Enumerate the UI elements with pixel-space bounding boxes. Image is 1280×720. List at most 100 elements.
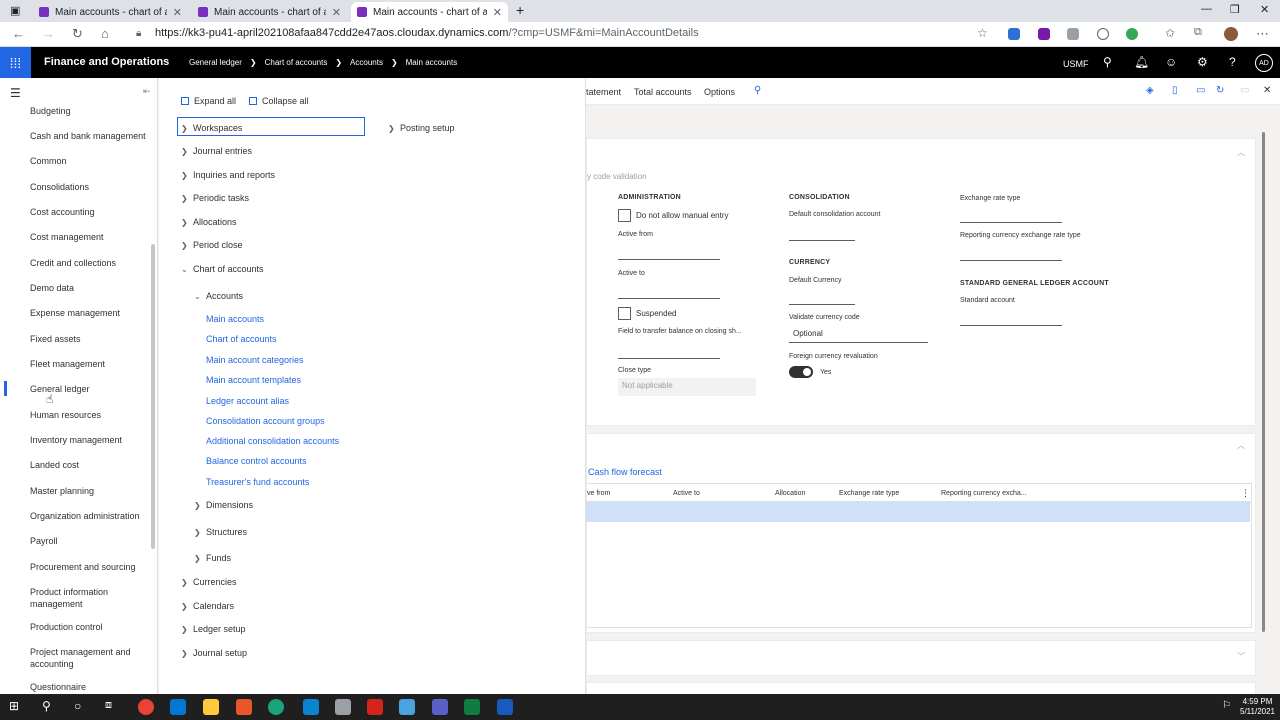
close-icon[interactable]: ✕ [1263, 85, 1271, 96]
module-fleet-management[interactable]: Fleet management [30, 358, 148, 370]
acrobat-icon[interactable] [367, 699, 383, 715]
breadcrumb-main-accounts[interactable]: Main accounts [406, 58, 458, 67]
feedback-smiley-icon[interactable]: ☺ [1165, 55, 1177, 69]
module-cost-management[interactable]: Cost management [30, 231, 148, 243]
app-launcher-icon[interactable]: ⁞⁞⁞ [0, 47, 31, 78]
edge-icon[interactable] [268, 699, 284, 715]
breadcrumb-accounts[interactable]: Accounts [350, 58, 383, 67]
module-payroll[interactable]: Payroll [30, 535, 148, 547]
collapse-all-button[interactable]: Collapse all [249, 96, 309, 106]
menu-workspaces[interactable]: ❯ Workspaces [181, 123, 242, 133]
menu-calendars[interactable]: ❯ Calendars [181, 601, 234, 611]
menu-inquiries-and-reports[interactable]: ❯ Inquiries and reports [181, 170, 275, 180]
system-clock[interactable]: 4:59 PM 5/11/2021 [1240, 697, 1275, 717]
forward-icon[interactable]: → [42, 26, 55, 41]
transfer-balance-input[interactable] [618, 358, 720, 359]
browser-tab-3[interactable]: Main accounts - chart of accounts ✕ [351, 2, 508, 22]
onenote-icon[interactable] [1038, 28, 1050, 40]
office-icon[interactable]: ▯ [1172, 85, 1178, 96]
collections-icon[interactable]: ⧉ [1194, 26, 1202, 39]
menu-journal-setup[interactable]: ❯ Journal setup [181, 648, 247, 658]
module-master-planning[interactable]: Master planning [30, 485, 148, 497]
app-s-icon[interactable] [236, 699, 252, 715]
word-icon[interactable] [497, 699, 513, 715]
suspended-checkbox[interactable] [618, 307, 631, 320]
grid-selected-row[interactable] [586, 501, 1250, 522]
restore-icon[interactable]: ❐ [1230, 3, 1240, 16]
link-treasurers-fund-accounts[interactable]: Treasurer's fund accounts [206, 477, 309, 487]
search-icon[interactable]: ⚲ [754, 85, 761, 96]
exchange-rate-type-input[interactable] [960, 222, 1062, 223]
default-consolidation-account-input[interactable] [789, 240, 855, 241]
module-demo-data[interactable]: Demo data [30, 282, 148, 294]
module-consolidations[interactable]: Consolidations [30, 181, 148, 193]
breadcrumb-general-ledger[interactable]: General ledger [189, 58, 242, 67]
link-consolidation-account-groups[interactable]: Consolidation account groups [206, 416, 325, 426]
browser-tab-2[interactable]: Main accounts - chart of accounts ✕ [192, 2, 347, 22]
navigation-scrollbar[interactable] [151, 244, 155, 549]
app-gray-icon[interactable] [335, 699, 351, 715]
search-icon[interactable]: ⚲ [1103, 55, 1112, 69]
module-procurement-and-sourcing[interactable]: Procurement and sourcing [30, 561, 148, 573]
module-organization-administration[interactable]: Organization administration [30, 510, 148, 522]
module-inventory-management[interactable]: Inventory management [30, 434, 148, 446]
refresh-icon[interactable]: ↻ [1216, 85, 1224, 96]
menu-posting-setup[interactable]: ❯ Posting setup [388, 123, 455, 133]
more-icon[interactable]: ⋯ [1256, 26, 1269, 42]
foreign-currency-revaluation-toggle[interactable] [789, 366, 813, 378]
lock-icon[interactable]: 🔒︎ [136, 28, 141, 39]
chrome-icon[interactable] [138, 699, 154, 715]
menu-ledger-setup[interactable]: ❯ Ledger setup [181, 624, 246, 634]
module-project-management[interactable]: Project management and accounting [30, 646, 140, 670]
new-tab-button[interactable]: + [516, 2, 524, 18]
validate-currency-code-select[interactable]: Optional [793, 329, 823, 338]
module-cost-accounting[interactable]: Cost accounting [30, 206, 148, 218]
breadcrumb-chart-of-accounts[interactable]: Chart of accounts [265, 58, 328, 67]
settings-gear-icon[interactable]: ⚙ [1197, 55, 1208, 69]
link-additional-consolidation-accounts[interactable]: Additional consolidation accounts [206, 436, 339, 446]
attachment-badge-icon[interactable]: ▭ [1196, 85, 1205, 96]
default-currency-input[interactable] [789, 304, 855, 305]
cortana-icon[interactable]: ○ [74, 699, 81, 713]
menu-accounts[interactable]: ⌄ Accounts [194, 291, 243, 301]
action-total-accounts[interactable]: Total accounts [634, 87, 692, 97]
chevron-up-icon[interactable]: ︿ [1237, 440, 1245, 451]
close-tab-icon[interactable]: ✕ [173, 6, 182, 19]
module-credit-and-collections[interactable]: Credit and collections [30, 257, 148, 269]
link-chart-of-accounts[interactable]: Chart of accounts [206, 334, 277, 344]
pin-pane-icon[interactable]: ⇤ [143, 86, 151, 97]
favorite-star-icon[interactable]: ☆ [977, 26, 988, 40]
calendar-extension-icon[interactable] [1067, 28, 1079, 40]
module-cash-and-bank[interactable]: Cash and bank management [30, 130, 148, 142]
profile-avatar-icon[interactable] [1224, 27, 1238, 41]
link-balance-control-accounts[interactable]: Balance control accounts [206, 456, 307, 466]
action-options[interactable]: Options [704, 87, 735, 97]
open-new-window-icon[interactable]: ▭ [1240, 85, 1249, 96]
app-4-icon[interactable] [303, 699, 319, 715]
tab-actions-icon[interactable]: ▣ [10, 4, 20, 17]
back-icon[interactable]: ← [12, 26, 25, 41]
link-main-accounts[interactable]: Main accounts [206, 314, 264, 324]
expand-all-button[interactable]: Expand all [181, 96, 236, 106]
company-picker[interactable]: USMF [1063, 59, 1089, 69]
outlook-icon[interactable] [170, 699, 186, 715]
standard-account-input[interactable] [960, 325, 1062, 326]
module-production-control[interactable]: Production control [30, 621, 148, 633]
menu-structures[interactable]: ❯ Structures [194, 527, 247, 537]
menu-dimensions[interactable]: ❯ Dimensions [194, 500, 253, 510]
hamburger-menu-icon[interactable]: ☰ [10, 86, 21, 100]
favorites-icon[interactable]: ✩ [1165, 26, 1175, 40]
menu-funds[interactable]: ❯ Funds [194, 553, 231, 563]
module-expense-management[interactable]: Expense management [30, 307, 148, 319]
do-not-allow-manual-entry-checkbox[interactable] [618, 209, 631, 222]
module-human-resources[interactable]: Human resources [30, 409, 148, 421]
content-scrollbar[interactable] [1262, 132, 1265, 632]
module-budgeting[interactable]: Budgeting [30, 105, 148, 117]
user-avatar[interactable]: AD [1255, 54, 1273, 72]
chrome-extension-icon[interactable] [1126, 28, 1138, 40]
cash-flow-forecast-link[interactable]: Cash flow forecast [588, 467, 662, 477]
module-common[interactable]: Common [30, 155, 148, 167]
windows-start-icon[interactable]: ⊞ [9, 699, 19, 713]
menu-currencies[interactable]: ❯ Currencies [181, 577, 237, 587]
module-questionnaire[interactable]: Questionnaire [30, 681, 148, 693]
